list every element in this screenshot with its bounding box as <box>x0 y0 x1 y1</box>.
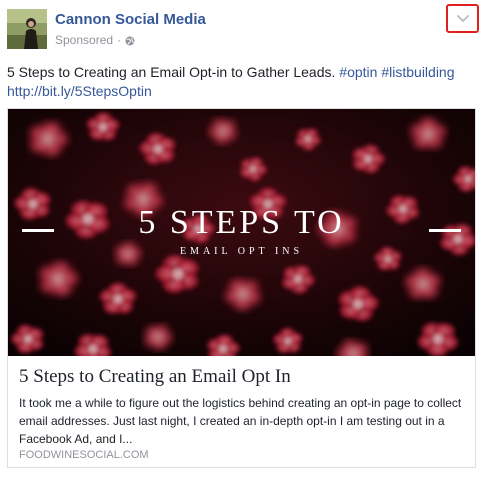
avatar[interactable] <box>7 9 47 49</box>
hashtag-optin[interactable]: #optin <box>339 64 377 80</box>
meta-separator: · <box>117 33 122 47</box>
image-subtitle: EMAIL OPT INS <box>179 246 304 257</box>
avatar-image <box>7 9 47 49</box>
link-domain: FOODWINESOCIAL.COM <box>19 449 149 461</box>
sponsored-label[interactable]: Sponsored <box>55 33 113 47</box>
link-description: It took me a while to figure out the log… <box>19 396 462 446</box>
page-name[interactable]: Cannon Social Media <box>55 11 206 28</box>
post-meta: Sponsored · <box>55 33 135 47</box>
image-title: 5 STEPS TO <box>138 204 345 241</box>
globe-icon[interactable] <box>125 35 135 46</box>
post-options-button[interactable] <box>446 4 479 33</box>
link-title[interactable]: 5 Steps to Creating an Email Opt In <box>19 366 291 388</box>
sponsored-post: Cannon Social Media Sponsored · 5 Steps … <box>0 0 484 478</box>
post-short-url[interactable]: http://bit.ly/5StepsOptin <box>7 83 152 99</box>
post-message-text: 5 Steps to Creating an Email Opt-in to G… <box>7 64 336 80</box>
chevron-down-icon <box>456 15 469 23</box>
post-message: 5 Steps to Creating an Email Opt-in to G… <box>7 63 477 101</box>
hashtag-listbuilding[interactable]: #listbuilding <box>381 64 454 80</box>
link-preview-image: 5 STEPS TO EMAIL OPT INS <box>8 109 475 356</box>
link-preview-card[interactable]: 5 STEPS TO EMAIL OPT INS 5 Steps to Crea… <box>7 108 476 468</box>
